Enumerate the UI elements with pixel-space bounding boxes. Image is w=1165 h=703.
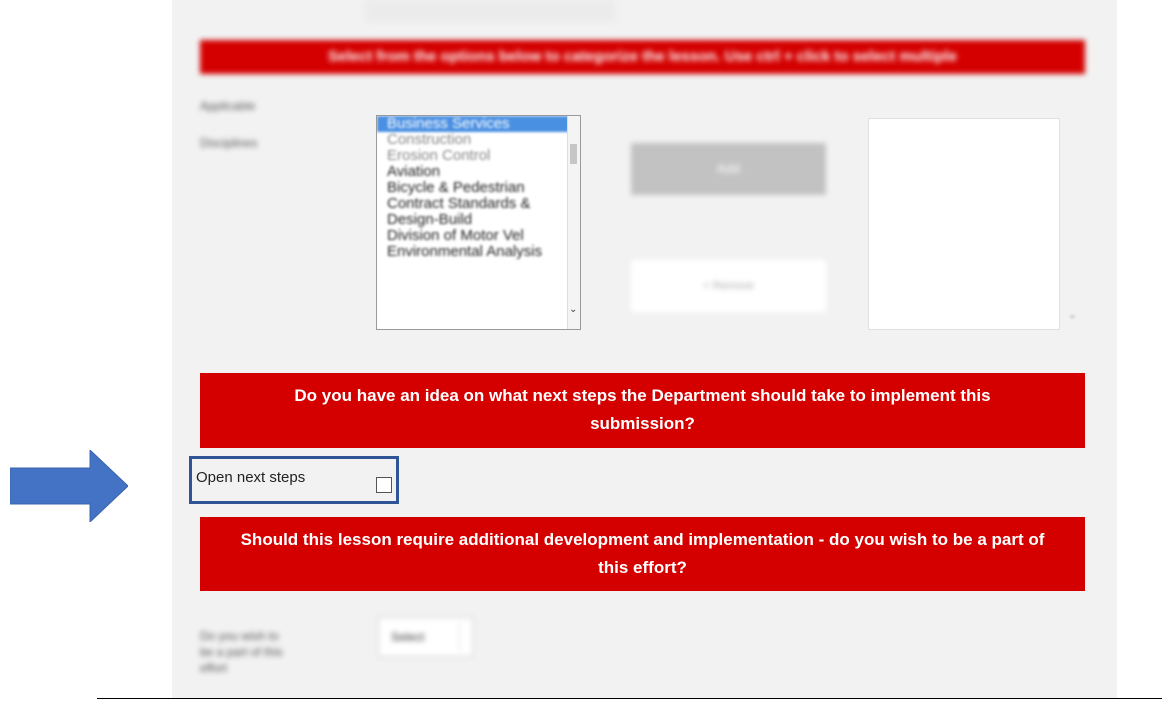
participation-banner: Should this lesson require additional de… — [200, 517, 1085, 591]
listbox-option[interactable]: Design-Build — [377, 212, 580, 228]
next-steps-banner: Do you have an idea on what next steps t… — [200, 373, 1085, 448]
disciplines-label: Disciplines — [200, 136, 258, 150]
selected-disciplines-listbox[interactable]: ⌄ — [868, 118, 1077, 330]
participation-label: Do you wish to be a part of this effort — [200, 629, 283, 675]
select-spinner-icon[interactable] — [459, 622, 470, 652]
listbox-option[interactable]: Erosion Control — [377, 148, 580, 164]
divider — [97, 698, 1162, 699]
remove-button[interactable]: < Remove — [631, 260, 826, 312]
listbox-option[interactable]: Aviation — [377, 164, 580, 180]
listbox-option[interactable]: Environmental Analysis — [377, 244, 580, 260]
right-arrow-icon — [10, 450, 128, 522]
listbox-option[interactable]: Construction — [377, 132, 580, 148]
applicable-label: Applicable — [200, 99, 256, 113]
chevron-down-icon: ⌄ — [1067, 309, 1077, 321]
next-steps-checkbox[interactable] — [376, 477, 392, 493]
chevron-down-icon[interactable]: ⌄ — [569, 304, 577, 315]
listbox-scrollbar[interactable]: ⌄ — [567, 116, 580, 329]
top-field-stub — [365, 0, 615, 22]
add-button[interactable]: Add — [631, 143, 826, 195]
disciplines-listbox[interactable]: Business Services Construction Erosion Con… — [376, 115, 581, 330]
next-steps-label: Open next steps — [196, 469, 306, 486]
listbox-option[interactable]: Contract Standards & — [377, 196, 580, 212]
listbox-option[interactable]: Division of Motor Vel — [377, 228, 580, 244]
participation-select[interactable]: Select — [378, 617, 473, 657]
participation-select-value: Select — [391, 630, 425, 644]
form-panel — [172, 0, 1117, 698]
category-banner: Select from the options below to categor… — [200, 40, 1085, 74]
listbox-option[interactable]: Bicycle & Pedestrian — [377, 180, 580, 196]
scrollbar-thumb[interactable] — [570, 144, 577, 164]
listbox-options: Business Services Construction Erosion Con… — [377, 116, 580, 260]
listbox-option[interactable]: Business Services — [377, 116, 580, 132]
next-steps-highlight: Open next steps — [189, 456, 399, 504]
